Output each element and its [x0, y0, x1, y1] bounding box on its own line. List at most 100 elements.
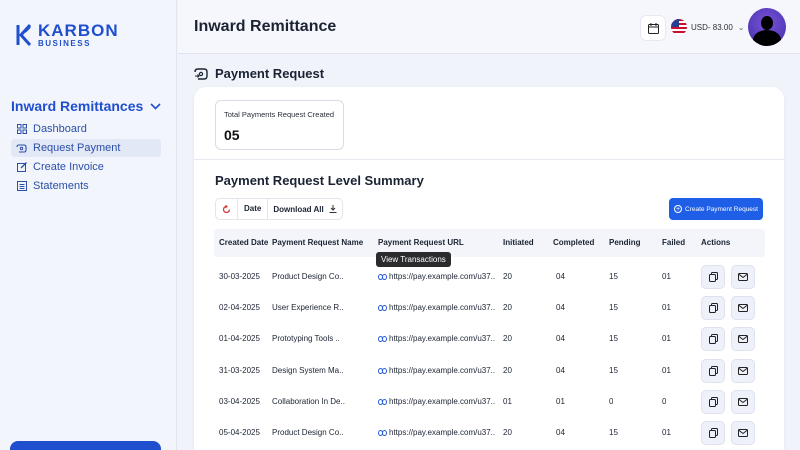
- table-row: 05-04-2025 Product Design Co.. https://pay…: [214, 417, 765, 448]
- copy-button[interactable]: [701, 296, 725, 320]
- email-button[interactable]: [731, 359, 755, 383]
- sidebar-item-dashboard[interactable]: Dashboard: [11, 120, 161, 138]
- cell-completed: 04: [556, 366, 565, 375]
- cell-pending: 15: [609, 366, 618, 375]
- divider: [194, 159, 784, 160]
- cell-initiated: 01: [503, 397, 512, 406]
- sidebar-section-inward-remittances[interactable]: Inward Remittances: [11, 98, 161, 114]
- sidebar-item-statements[interactable]: Statements: [11, 177, 161, 195]
- column-header: Completed: [553, 238, 595, 247]
- currency-selector[interactable]: USD- 83.00 ⌄: [671, 19, 745, 35]
- link-icon[interactable]: [378, 367, 387, 374]
- sidebar-item-request-payment[interactable]: Request Payment: [11, 139, 161, 157]
- sidebar-nav: Dashboard Request Payment Create Invoice…: [11, 120, 161, 196]
- payment-url[interactable]: https://pay.example.com/u37..: [389, 292, 495, 323]
- payment-url[interactable]: https://pay.example.com/u37..: [389, 355, 495, 386]
- brand-logo[interactable]: KARBON BUSINESS: [16, 22, 119, 48]
- copy-button[interactable]: [701, 265, 725, 289]
- copy-button[interactable]: [701, 327, 725, 351]
- sidebar-item-create-invoice[interactable]: Create Invoice: [11, 158, 161, 176]
- copy-icon: [708, 303, 718, 313]
- stat-card-total-requests: Total Payments Request Created 05: [215, 100, 344, 150]
- payment-url[interactable]: https://pay.example.com/u37..: [389, 323, 495, 354]
- email-button[interactable]: [731, 421, 755, 445]
- summary-title: Payment Request Level Summary: [215, 173, 424, 188]
- cell-pending: 15: [609, 428, 618, 437]
- cell-url[interactable]: https://pay.example.com/u37..: [378, 355, 495, 386]
- email-button[interactable]: [731, 265, 755, 289]
- cell-completed: 01: [556, 397, 565, 406]
- cell-url[interactable]: https://pay.example.com/u37..: [378, 386, 495, 417]
- cell-completed: 04: [556, 334, 565, 343]
- cell-initiated: 20: [503, 366, 512, 375]
- cell-initiated: 20: [503, 334, 512, 343]
- sidebar: KARBON BUSINESS Inward Remittances Dashb…: [0, 0, 177, 450]
- section-header: Payment Request: [194, 66, 324, 81]
- cell-pending: 15: [609, 334, 618, 343]
- mail-icon: [738, 398, 748, 406]
- table-toolbar: Date Download All: [215, 198, 343, 220]
- create-button-label: Create Payment Request: [685, 205, 758, 213]
- stat-value: 05: [224, 127, 240, 143]
- download-all-button[interactable]: Download All: [268, 199, 341, 219]
- cell-date: 01-04-2025: [219, 334, 260, 343]
- payment-url[interactable]: https://pay.example.com/u37..: [389, 417, 495, 448]
- cell-date: 31-03-2025: [219, 366, 260, 375]
- brand-name: KARBON: [38, 21, 119, 40]
- cell-url[interactable]: https://pay.example.com/u37..: [378, 323, 495, 354]
- request-payment-icon: [16, 143, 27, 154]
- table-row: 31-03-2025 Design System Ma.. https://pay.…: [214, 355, 765, 386]
- cell-date: 02-04-2025: [219, 303, 260, 312]
- edit-icon: [16, 162, 27, 173]
- mail-icon: [738, 367, 748, 375]
- link-icon[interactable]: [378, 335, 387, 342]
- cell-url[interactable]: https://pay.example.com/u37..: [378, 417, 495, 448]
- email-button[interactable]: [731, 327, 755, 351]
- user-avatar[interactable]: [748, 8, 786, 46]
- brand-sub: BUSINESS: [38, 39, 91, 48]
- link-icon[interactable]: [378, 304, 387, 311]
- cell-failed: 01: [662, 272, 671, 281]
- download-icon: [329, 205, 337, 213]
- payment-url[interactable]: https://pay.example.com/u37..: [389, 386, 495, 417]
- column-header: Created Date: [219, 238, 269, 247]
- mail-icon: [738, 304, 748, 312]
- view-transactions-tooltip: View Transactions: [376, 252, 451, 267]
- cell-initiated: 20: [503, 272, 512, 281]
- cell-pending: 15: [609, 303, 618, 312]
- table-row: 01-04-2025 Prototyping Tools .. https://pa…: [214, 323, 765, 354]
- us-flag-icon: [671, 19, 687, 35]
- mail-icon: [738, 335, 748, 343]
- cell-pending: 15: [609, 272, 618, 281]
- cell-date: 03-04-2025: [219, 397, 260, 406]
- cell-name: Prototyping Tools ..: [272, 334, 340, 343]
- cell-name: Design System Ma..: [272, 366, 344, 375]
- cell-url[interactable]: https://pay.example.com/u37..: [378, 292, 495, 323]
- copy-icon: [708, 397, 718, 407]
- refresh-button[interactable]: [216, 199, 238, 219]
- link-icon[interactable]: [378, 398, 387, 405]
- cell-failed: 0: [662, 397, 667, 406]
- link-icon[interactable]: [378, 273, 387, 280]
- mail-icon: [738, 273, 748, 281]
- date-filter-button[interactable]: Date: [238, 199, 269, 219]
- cell-completed: 04: [556, 428, 565, 437]
- sidebar-bottom-button[interactable]: [10, 441, 161, 450]
- link-icon[interactable]: [378, 429, 387, 436]
- calendar-button[interactable]: [641, 16, 665, 40]
- cell-name: Product Design Co..: [272, 428, 344, 437]
- create-payment-request-button[interactable]: + Create Payment Request: [669, 198, 763, 220]
- column-header: Initiated: [503, 238, 534, 247]
- copy-button[interactable]: [701, 421, 725, 445]
- cell-name: Product Design Co..: [272, 272, 344, 281]
- copy-button[interactable]: [701, 359, 725, 383]
- cell-failed: 01: [662, 428, 671, 437]
- copy-button[interactable]: [701, 390, 725, 414]
- email-button[interactable]: [731, 296, 755, 320]
- column-header: Actions: [701, 238, 731, 247]
- chevron-down-icon: ⌄: [737, 22, 745, 32]
- statements-icon: [16, 181, 27, 192]
- calendar-icon: [647, 22, 659, 34]
- email-button[interactable]: [731, 390, 755, 414]
- copy-icon: [708, 366, 718, 376]
